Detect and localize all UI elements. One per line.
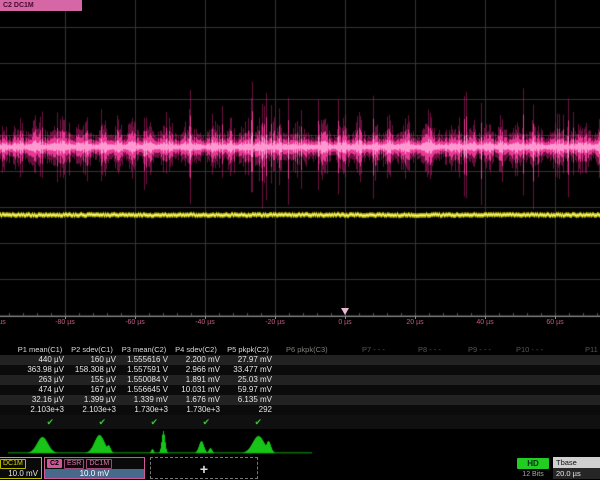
c2-esr-badge: ESR [64, 459, 84, 469]
measure-value: 25.03 mV [222, 375, 272, 385]
measure-value: 158.308 µV [66, 365, 116, 375]
axis-tick [65, 316, 66, 319]
channel-descriptor-c2[interactable]: C2 ESR DC1M 10.0 mV [44, 457, 145, 479]
time-axis-label: -40 µs [195, 319, 215, 326]
measure-table-row: 440 µV160 µV1.555616 V2.200 mV27.97 mV [0, 355, 600, 365]
trigger-position-marker[interactable] [341, 308, 349, 315]
timebase-descriptor[interactable]: Tbase 20.0 µs [553, 457, 600, 479]
bit-resolution-label: 12 Bits [510, 471, 556, 478]
axis-tick [205, 316, 206, 319]
c2-coupling-badge: DC1M [86, 459, 112, 469]
hd-mode-badge[interactable]: HD [517, 458, 549, 469]
measure-value: 27.97 mV [222, 355, 272, 365]
measure-value: 292 [222, 405, 272, 415]
timebase-value: 20.0 µs [553, 468, 600, 479]
measure-table-row: 32.16 µV1.399 µV1.339 mV1.676 mV6.135 mV [0, 395, 600, 405]
measure-value: 363.98 µV [14, 365, 64, 375]
measure-value: 32.16 µV [14, 395, 64, 405]
measure-header-inactive[interactable]: P7 - - - [362, 345, 385, 355]
measure-table-row: 363.98 µV158.308 µV1.557591 V2.966 mV33.… [0, 365, 600, 375]
measure-value: 1.339 mV [118, 395, 168, 405]
measure-value: 2.200 mV [170, 355, 220, 365]
measure-value: 1.557591 V [118, 365, 168, 375]
time-axis-label: 60 µs [546, 319, 563, 326]
measure-value: 1.555616 V [118, 355, 168, 365]
measure-value: 1.550084 V [118, 375, 168, 385]
status-check-icon: ✔ [170, 415, 220, 425]
axis-tick [345, 316, 346, 319]
measure-table-row: 263 µV155 µV1.550084 V1.891 mV25.03 mV [0, 375, 600, 385]
axis-tick [135, 316, 136, 319]
time-axis-label: -60 µs [125, 319, 145, 326]
timebase-label: Tbase [553, 457, 600, 468]
measure-table: P1 mean(C1)P2 sdev(C1)P3 mean(C2)P4 sdev… [0, 344, 600, 430]
measure-header[interactable]: P3 mean(C2) [118, 345, 170, 355]
c2-scale-value: 10.0 mV [45, 469, 144, 478]
measure-value: 440 µV [14, 355, 64, 365]
time-axis-label: 40 µs [476, 319, 493, 326]
measure-value: 160 µV [66, 355, 116, 365]
time-axis-label: -80 µs [55, 319, 75, 326]
time-axis-label: -20 µs [265, 319, 285, 326]
measure-value: 1.730e+3 [118, 405, 168, 415]
measure-value: 1.730e+3 [170, 405, 220, 415]
measure-header-inactive[interactable]: P11 [585, 345, 598, 355]
time-axis-label: 20 µs [406, 319, 423, 326]
measure-value: 1.399 µV [66, 395, 116, 405]
c2-label: C2 [47, 459, 62, 468]
time-axis-label: -100 µs [0, 319, 6, 326]
measure-header[interactable]: P2 sdev(C1) [66, 345, 118, 355]
oscilloscope-screen: C2 DC1M -100 µs -80 µs -60 µs -40 µs -20 µs 0… [0, 0, 600, 480]
status-check-icon: ✔ [118, 415, 168, 425]
trace-label-badge[interactable]: C2 DC1M [0, 0, 82, 11]
waveform-grid-canvas[interactable] [0, 0, 600, 318]
measure-value: 6.135 mV [222, 395, 272, 405]
measure-table-row: 2.103e+32.103e+31.730e+31.730e+3292 [0, 405, 600, 415]
measure-value: 33.477 mV [222, 365, 272, 375]
measure-value: 10.031 mV [170, 385, 220, 395]
c1-scale-value: 10.0 mV [0, 469, 41, 478]
measure-value: 2.103e+3 [14, 405, 64, 415]
measure-value: 2.103e+3 [66, 405, 116, 415]
measure-value: 263 µV [14, 375, 64, 385]
measure-value: 155 µV [66, 375, 116, 385]
measure-value: 474 µV [14, 385, 64, 395]
measure-header-inactive[interactable]: P8 - - - [418, 345, 441, 355]
axis-tick [555, 316, 556, 319]
status-check-icon: ✔ [14, 415, 64, 425]
measure-value: 2.966 mV [170, 365, 220, 375]
status-check-icon: ✔ [66, 415, 116, 425]
measure-value: 1.556645 V [118, 385, 168, 395]
c1-coupling-badge: DC1M [0, 459, 26, 469]
add-trace-button[interactable]: + [150, 457, 258, 479]
measure-header[interactable]: P5 pkpk(C2) [222, 345, 274, 355]
axis-tick [415, 316, 416, 319]
measure-header[interactable]: P1 mean(C1) [14, 345, 66, 355]
measure-table-header-row: P1 mean(C1)P2 sdev(C1)P3 mean(C2)P4 sdev… [0, 345, 600, 355]
axis-tick [485, 316, 486, 319]
measure-value: 167 µV [66, 385, 116, 395]
measure-header-inactive[interactable]: P6 pkpk(C3) [286, 345, 328, 355]
measure-header[interactable]: P4 sdev(C2) [170, 345, 222, 355]
time-axis-labels: -100 µs -80 µs -60 µs -40 µs -20 µs 0 µs 20 µs… [0, 319, 600, 331]
measure-value: 1.676 mV [170, 395, 220, 405]
axis-tick [275, 316, 276, 319]
time-axis-label: 0 µs [338, 319, 351, 326]
measure-table-row: 474 µV167 µV1.556645 V10.031 mV59.97 mV [0, 385, 600, 395]
measure-status-row: ✔✔✔✔✔ [0, 415, 600, 429]
channel-descriptor-c1[interactable]: C1 DC1M 10.0 mV [0, 457, 42, 479]
measure-header-inactive[interactable]: P9 - - - [468, 345, 491, 355]
status-check-icon: ✔ [222, 415, 272, 425]
measure-header-inactive[interactable]: P10 - - - [516, 345, 543, 355]
measure-value: 1.891 mV [170, 375, 220, 385]
measurement-histicons[interactable] [0, 430, 600, 456]
measure-value: 59.97 mV [222, 385, 272, 395]
